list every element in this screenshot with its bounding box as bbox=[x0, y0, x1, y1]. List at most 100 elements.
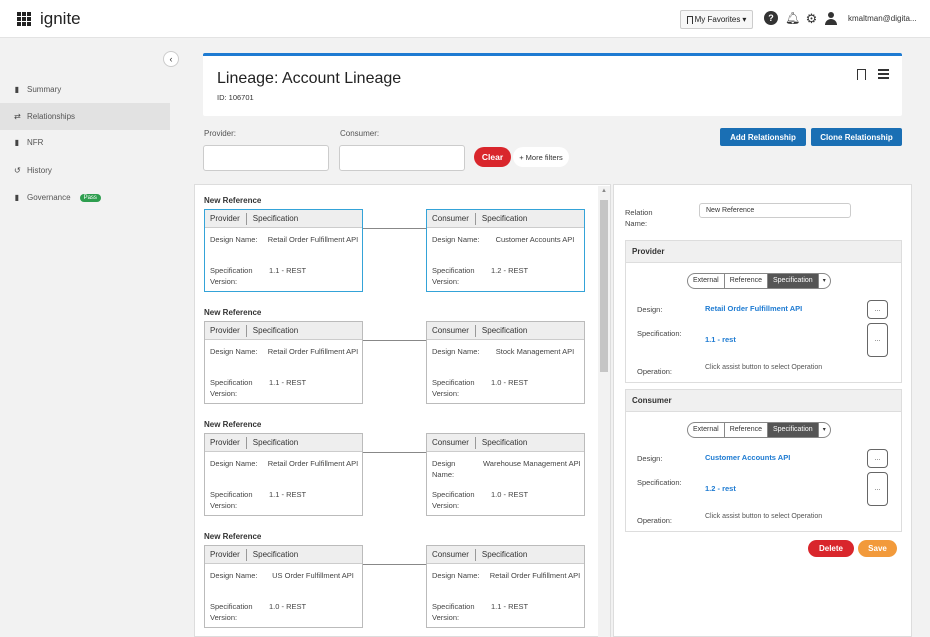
app-grid-icon[interactable] bbox=[17, 12, 31, 26]
design-label: Design: bbox=[637, 454, 663, 463]
scroll-up-icon[interactable]: ▲ bbox=[601, 188, 607, 194]
bell-icon[interactable]: 🔔︎ bbox=[785, 11, 800, 25]
sidebar-item-nfr[interactable]: ▮ NFR bbox=[0, 129, 170, 156]
card-header: Provider Specification bbox=[205, 546, 362, 564]
card-header: Provider Specification bbox=[205, 322, 362, 340]
consumer-card[interactable]: Consumer Specification Design Name: Retai… bbox=[426, 545, 585, 628]
specification-label: Specification: bbox=[637, 329, 682, 338]
gear-icon[interactable]: ⚙ bbox=[805, 12, 818, 25]
card-header: Consumer Specification bbox=[427, 546, 584, 564]
chevron-down-icon[interactable]: ▾ bbox=[819, 423, 830, 437]
user-icon[interactable] bbox=[825, 11, 837, 25]
relationship-connector bbox=[363, 228, 426, 229]
sidebar-item-summary[interactable]: ▮ Summary bbox=[0, 76, 170, 103]
provider-filter-label: Provider: bbox=[204, 129, 237, 138]
toggle-specification[interactable]: Specification bbox=[767, 423, 819, 437]
brand-logo[interactable]: ignite bbox=[40, 9, 81, 29]
sidebar-item-label: NFR bbox=[27, 138, 44, 147]
bookmark-icon bbox=[686, 15, 693, 24]
status-badge: Pass bbox=[79, 193, 101, 202]
design-assist-button[interactable]: ... bbox=[867, 449, 888, 468]
username[interactable]: kmaltman@digita... bbox=[848, 14, 917, 23]
top-icons: ? 🔔︎ ⚙ bbox=[764, 11, 837, 25]
specification-assist-button[interactable]: ... bbox=[867, 323, 888, 357]
top-bar: ignite My Favorites ▾ ? 🔔︎ ⚙ kmaltman@di… bbox=[0, 0, 930, 38]
clear-filters-button[interactable]: Clear bbox=[474, 147, 511, 167]
relation-name-label: Relation Name: bbox=[625, 208, 653, 228]
type-toggle[interactable]: External Reference Specification ▾ bbox=[687, 422, 831, 438]
design-label: Design: bbox=[637, 305, 663, 314]
toggle-reference[interactable]: Reference bbox=[725, 274, 768, 288]
toggle-specification[interactable]: Specification bbox=[767, 274, 819, 288]
design-value[interactable]: Retail Order Fulfillment API bbox=[705, 304, 802, 313]
sidebar-item-label: History bbox=[27, 166, 52, 175]
section-header: Provider bbox=[626, 241, 901, 263]
operation-label: Operation: bbox=[637, 367, 673, 376]
sidebar-item-governance[interactable]: ▮ Governance Pass bbox=[0, 184, 170, 211]
relationship-title[interactable]: New Reference bbox=[204, 420, 261, 429]
sidebar-item-label: Relationships bbox=[27, 112, 76, 121]
card-header: Consumer Specification bbox=[427, 322, 584, 340]
consumer-card[interactable]: Consumer Specification Design Name: Custo… bbox=[426, 209, 585, 292]
sidebar-collapse-button[interactable]: ‹ bbox=[163, 51, 179, 67]
specification-assist-button[interactable]: ... bbox=[867, 472, 888, 506]
consumer-card[interactable]: Consumer Specification Design Name: Stock… bbox=[426, 321, 585, 404]
specification-value[interactable]: 1.2 - rest bbox=[705, 484, 736, 493]
more-filters-button[interactable]: + More filters bbox=[513, 147, 569, 167]
chevron-down-icon: ▾ bbox=[742, 15, 747, 24]
relation-name-input[interactable]: New Reference bbox=[699, 203, 851, 218]
consumer-card[interactable]: Consumer Specification Design Name: Wareh… bbox=[426, 433, 585, 516]
card-header: Consumer Specification bbox=[427, 434, 584, 452]
specification-value[interactable]: 1.1 - rest bbox=[705, 335, 736, 344]
delete-button[interactable]: Delete bbox=[808, 540, 854, 557]
sidebar-item-label: Governance bbox=[27, 193, 71, 202]
favorites-button[interactable]: My Favorites ▾ bbox=[680, 10, 753, 29]
relationship-title[interactable]: New Reference bbox=[204, 532, 261, 541]
clone-relationship-button[interactable]: Clone Relationship bbox=[811, 128, 902, 146]
chevron-down-icon[interactable]: ▾ bbox=[819, 274, 830, 288]
provider-section: Provider External Reference Specificatio… bbox=[625, 240, 902, 383]
provider-card[interactable]: Provider Specification Design Name: Retai… bbox=[204, 321, 363, 404]
governance-icon: ▮ bbox=[14, 193, 20, 202]
menu-icon[interactable] bbox=[878, 69, 889, 79]
provider-card[interactable]: Provider Specification Design Name: Retai… bbox=[204, 209, 363, 292]
document-icon: ▮ bbox=[14, 85, 20, 94]
favorites-label: My Favorites bbox=[694, 15, 741, 24]
operation-hint: Click assist button to select Operation bbox=[705, 513, 823, 520]
relationship-icon: ⇄ bbox=[14, 112, 21, 121]
bookmark-icon[interactable] bbox=[857, 69, 866, 80]
help-icon[interactable]: ? bbox=[764, 11, 778, 25]
section-header: Consumer bbox=[626, 390, 901, 412]
save-button[interactable]: Save bbox=[858, 540, 897, 557]
page-header: Lineage: Account Lineage ID: 106701 bbox=[203, 53, 902, 116]
specification-label: Specification: bbox=[637, 478, 682, 487]
card-header: Consumer Specification bbox=[427, 210, 584, 228]
document-icon: ▮ bbox=[14, 138, 20, 147]
scrollbar-thumb[interactable] bbox=[600, 200, 608, 372]
page-id: ID: 106701 bbox=[217, 93, 254, 102]
type-toggle[interactable]: External Reference Specification ▾ bbox=[687, 273, 831, 289]
card-header: Provider Specification bbox=[205, 434, 362, 452]
sidebar-item-history[interactable]: ↺ History bbox=[0, 157, 170, 184]
toggle-reference[interactable]: Reference bbox=[725, 423, 768, 437]
sidebar-item-label: Summary bbox=[27, 85, 62, 94]
consumer-filter-input[interactable] bbox=[339, 145, 465, 171]
toggle-external[interactable]: External bbox=[688, 274, 725, 288]
provider-filter-input[interactable] bbox=[203, 145, 329, 171]
consumer-section: Consumer External Reference Specificatio… bbox=[625, 389, 902, 532]
operation-hint: Click assist button to select Operation bbox=[705, 364, 823, 371]
provider-card[interactable]: Provider Specification Design Name: Retai… bbox=[204, 433, 363, 516]
design-assist-button[interactable]: ... bbox=[867, 300, 888, 319]
design-value[interactable]: Customer Accounts API bbox=[705, 453, 790, 462]
provider-card[interactable]: Provider Specification Design Name: US Or… bbox=[204, 545, 363, 628]
relationship-title[interactable]: New Reference bbox=[204, 196, 261, 205]
consumer-filter-label: Consumer: bbox=[340, 129, 380, 138]
sidebar-item-relationships[interactable]: ⇄ Relationships bbox=[0, 103, 170, 130]
add-relationship-button[interactable]: Add Relationship bbox=[720, 128, 806, 146]
operation-label: Operation: bbox=[637, 516, 673, 525]
relationship-title[interactable]: New Reference bbox=[204, 308, 261, 317]
history-icon: ↺ bbox=[14, 166, 21, 175]
relationship-connector bbox=[363, 452, 426, 453]
toggle-external[interactable]: External bbox=[688, 423, 725, 437]
relationship-connector bbox=[363, 340, 426, 341]
